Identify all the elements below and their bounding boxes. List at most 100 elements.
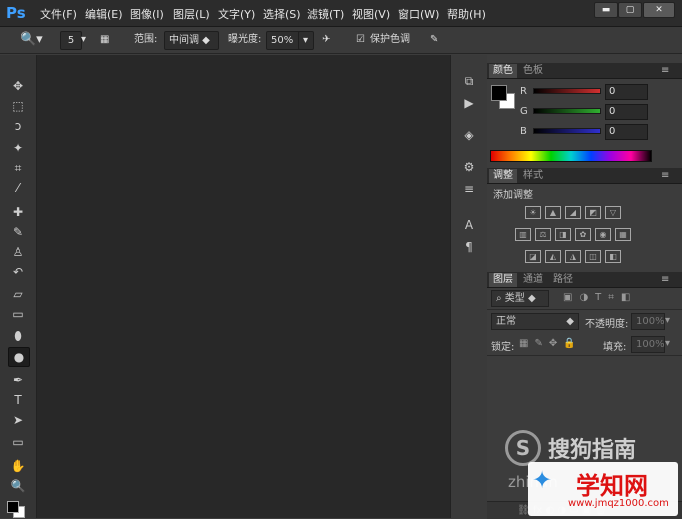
type-tool-icon[interactable]: T <box>8 391 28 409</box>
paragraph-panel-icon[interactable]: ¶ <box>461 239 477 255</box>
3d-panel-icon[interactable]: ◈ <box>461 127 477 143</box>
shape-tool-icon[interactable]: ▭ <box>8 433 28 451</box>
panel-menu-icon[interactable]: ≡ <box>657 273 673 287</box>
menu-edit[interactable]: 编辑(E) <box>85 6 123 22</box>
black-white-icon[interactable]: ◨ <box>555 228 571 241</box>
exposure-icon[interactable]: ◩ <box>585 206 601 219</box>
photo-filter-icon[interactable]: ✿ <box>575 228 591 241</box>
tool-presets-panel-icon[interactable]: ⚙ <box>461 159 477 175</box>
channel-mixer-icon[interactable]: ◉ <box>595 228 611 241</box>
posterize-icon[interactable]: ◭ <box>545 250 561 263</box>
actions-panel-icon[interactable]: ▶ <box>461 95 477 111</box>
channel-b-field[interactable]: 0 <box>605 124 648 140</box>
fill-chevron-icon[interactable]: ▾ <box>665 338 670 349</box>
color-balance-icon[interactable]: ⚖ <box>535 228 551 241</box>
restore-button[interactable]: ▢ <box>618 2 642 18</box>
brightness-contrast-icon[interactable]: ☀ <box>525 206 541 219</box>
marquee-tool-icon[interactable]: ⬚ <box>8 97 28 115</box>
invert-icon[interactable]: ◪ <box>525 250 541 263</box>
menu-window[interactable]: 窗口(W) <box>398 6 439 22</box>
close-button[interactable]: ✕ <box>643 2 675 18</box>
clone-stamp-tool-icon[interactable]: ♙ <box>8 243 28 261</box>
airbrush-icon[interactable]: ✈ <box>322 31 330 48</box>
protect-tones-checkbox[interactable]: ☑ <box>356 31 365 48</box>
exposure-chevron-icon[interactable]: ▾ <box>298 31 314 50</box>
color-spectrum-ramp[interactable] <box>490 150 652 162</box>
layer-filter-icons[interactable]: ▣◑T⌗◧ <box>563 292 637 303</box>
menu-type[interactable]: 文字(Y) <box>218 6 255 22</box>
protect-tones-label: 保护色调 <box>370 34 410 45</box>
brush-panel-toggle-icon[interactable]: ▦ <box>100 31 109 48</box>
zoom-tool-icon[interactable]: 🔍 <box>8 477 28 495</box>
color-lookup-icon[interactable]: ▦ <box>615 228 631 241</box>
path-selection-tool-icon[interactable]: ➤ <box>8 411 28 429</box>
hue-saturation-icon[interactable]: ▥ <box>515 228 531 241</box>
channel-g-slider[interactable] <box>533 108 601 114</box>
move-tool-icon[interactable]: ✥ <box>8 77 28 95</box>
menu-help[interactable]: 帮助(H) <box>447 6 486 22</box>
panel-menu-icon[interactable]: ≡ <box>657 169 673 183</box>
crop-tool-icon[interactable]: ⌗ <box>8 159 28 177</box>
magic-wand-tool-icon[interactable]: ✦ <box>8 139 28 157</box>
threshold-icon[interactable]: ◮ <box>565 250 581 263</box>
options-bar: 🔍▾ 5 ▾ ▦ 范围: 中间调 ◆ 曝光度: 50% ▾ ✈ ☑ 保护色调 ✎ <box>0 27 682 54</box>
menu-select[interactable]: 选择(S) <box>263 6 301 22</box>
tab-styles[interactable]: 样式 <box>519 169 547 183</box>
channel-g-label: G <box>520 106 528 117</box>
history-panel-icon[interactable]: ⧉ <box>461 73 477 89</box>
gradient-map-icon[interactable]: ◧ <box>605 250 621 263</box>
menu-filter[interactable]: 滤镜(T) <box>307 6 344 22</box>
toolbar-foreground-swatch[interactable] <box>7 501 19 513</box>
lock-icons[interactable]: ▦✎✥🔒 <box>519 338 582 349</box>
tool-preset-icon[interactable]: 🔍▾ <box>20 31 43 48</box>
healing-brush-tool-icon[interactable]: ✚ <box>8 203 28 221</box>
menu-image[interactable]: 图像(I) <box>130 6 164 22</box>
fill-field[interactable]: 100% <box>631 336 665 353</box>
brush-picker-chevron-icon[interactable]: ▾ <box>81 31 86 48</box>
tab-swatches[interactable]: 色板 <box>519 64 547 78</box>
panel-menu-icon[interactable]: ≡ <box>657 64 673 78</box>
channel-r-field[interactable]: 0 <box>605 84 648 100</box>
menu-view[interactable]: 视图(V) <box>352 6 390 22</box>
brush-size-field[interactable]: 5 <box>60 31 82 50</box>
eraser-tool-icon[interactable]: ▱ <box>8 285 28 303</box>
channel-r-slider[interactable] <box>533 88 601 94</box>
adjustments-title: 添加调整 <box>493 190 533 201</box>
history-brush-tool-icon[interactable]: ↶ <box>8 263 28 281</box>
menu-layer[interactable]: 图层(L) <box>173 6 210 22</box>
opacity-field[interactable]: 100% <box>631 313 665 330</box>
tab-adjustments[interactable]: 调整 <box>489 169 517 183</box>
minimize-button[interactable]: ▬ <box>594 2 618 18</box>
range-select[interactable]: 中间调 ◆ <box>164 31 219 50</box>
curves-icon[interactable]: ◢ <box>565 206 581 219</box>
gradient-tool-icon[interactable]: ▭ <box>8 305 28 323</box>
tab-layers[interactable]: 图层 <box>489 273 517 287</box>
character-panel-icon[interactable]: A <box>461 217 477 233</box>
layer-filter-kind-select[interactable]: ⌕ 类型 ◆ <box>491 290 549 307</box>
tab-channels[interactable]: 通道 <box>519 273 547 287</box>
document-canvas-area[interactable] <box>37 55 450 518</box>
selective-color-icon[interactable]: ◫ <box>585 250 601 263</box>
brush-presets-panel-icon[interactable]: ≡ <box>461 181 477 197</box>
hand-tool-icon[interactable]: ✋ <box>8 457 28 475</box>
layers-panel-tabs: 图层 通道 路径 ≡ <box>487 272 682 288</box>
menu-file[interactable]: 文件(F) <box>40 6 77 22</box>
vibrance-icon[interactable]: ▽ <box>605 206 621 219</box>
tab-paths[interactable]: 路径 <box>549 273 577 287</box>
brush-tool-icon[interactable]: ✎ <box>8 223 28 241</box>
blur-tool-icon[interactable]: ⬮ <box>8 327 28 345</box>
photoshop-logo: Ps <box>6 4 26 22</box>
dodge-tool-icon[interactable]: ● <box>8 347 30 367</box>
foreground-color-swatch[interactable] <box>491 85 507 101</box>
blend-mode-select[interactable]: 正常 ◆ <box>491 313 579 330</box>
pen-tool-icon[interactable]: ✒ <box>8 371 28 389</box>
eyedropper-tool-icon[interactable]: ⁄ <box>8 179 28 197</box>
levels-icon[interactable]: ▲ <box>545 206 561 219</box>
pressure-icon[interactable]: ✎ <box>430 31 438 48</box>
lasso-tool-icon[interactable]: ↄ <box>8 117 28 135</box>
fill-label: 填充: <box>603 342 627 353</box>
channel-b-slider[interactable] <box>533 128 601 134</box>
opacity-chevron-icon[interactable]: ▾ <box>665 315 670 326</box>
tab-color[interactable]: 颜色 <box>489 64 517 78</box>
channel-g-field[interactable]: 0 <box>605 104 648 120</box>
